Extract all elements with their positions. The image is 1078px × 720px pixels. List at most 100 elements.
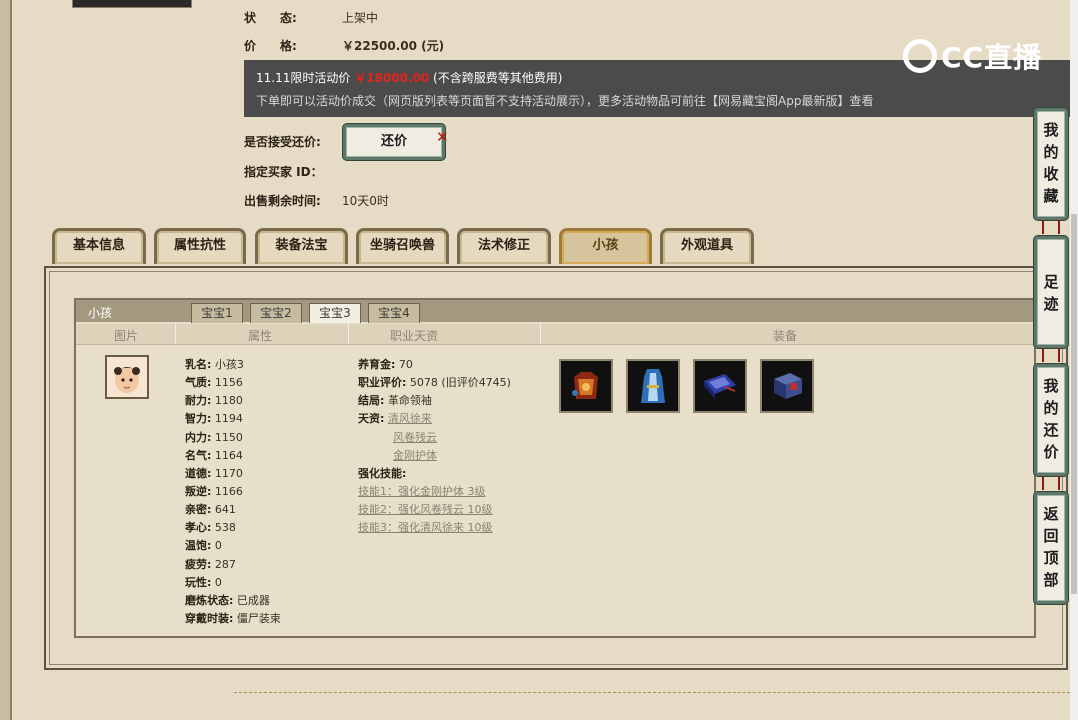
bargain-button[interactable]: 还价	[343, 124, 445, 160]
attr-key: 名气:	[185, 449, 212, 462]
attr-value: 1164	[214, 449, 243, 462]
equipment-slot[interactable]	[559, 359, 613, 413]
attr-row: 智力: 1194	[185, 410, 243, 426]
tab-attributes[interactable]: 属性抗性	[154, 228, 246, 264]
talent-link[interactable]: 金刚护体	[393, 447, 437, 463]
side-button-char: 藏	[1043, 187, 1059, 205]
side-button-char: 回	[1043, 527, 1059, 545]
promo-title: 11.11限时活动价	[256, 71, 351, 85]
tab-appearance[interactable]: 外观道具	[660, 228, 754, 264]
side-button-connector	[1042, 348, 1060, 362]
attr-row: 疲劳: 287	[185, 556, 236, 572]
column-divider	[348, 324, 349, 344]
skills-label: 强化技能:	[358, 467, 407, 480]
talent-link[interactable]: 风卷残云	[393, 429, 437, 445]
rating-value: 5078 (旧评价4745)	[409, 376, 511, 389]
attr-key: 磨炼状态:	[185, 594, 234, 607]
talent-link-text[interactable]: 风卷残云	[393, 431, 437, 444]
equipment-slot[interactable]	[626, 359, 680, 413]
scrollbar-thumb[interactable]	[1071, 214, 1077, 594]
promo-price: ￥18000.00	[354, 71, 430, 85]
skill-link-text[interactable]: 技能2：强化风卷残云 10级	[358, 503, 493, 516]
side-button-char: 足	[1043, 273, 1059, 291]
skill-link-text[interactable]: 技能3：强化清风徐来 10级	[358, 521, 493, 534]
skill-link[interactable]: 技能1：强化金刚护体 3级	[358, 483, 486, 499]
column-divider	[540, 324, 541, 344]
side-button-char: 迹	[1043, 295, 1059, 313]
logo-ring-icon	[903, 39, 937, 73]
my-bargain-button[interactable]: 我的还价	[1034, 364, 1068, 476]
side-button-char: 还	[1043, 421, 1059, 439]
attr-key: 温饱:	[185, 539, 212, 552]
column-divider	[175, 324, 176, 344]
tab-spell-correction[interactable]: 法术修正	[457, 228, 551, 264]
subtab-baby-2[interactable]: 宝宝2	[250, 303, 302, 323]
raise-money-value: 70	[398, 358, 413, 371]
side-button-char: 收	[1043, 165, 1059, 183]
remaining-row: 出售剩余时间: 10天0时	[244, 192, 389, 209]
attr-key: 穿戴时装:	[185, 612, 234, 625]
attr-value: 小孩3	[214, 358, 244, 371]
col-header-equipment: 装备	[773, 329, 798, 343]
attr-row: 玩性: 0	[185, 574, 222, 590]
tab-basic-info[interactable]: 基本信息	[52, 228, 146, 264]
favorites-button[interactable]: 我的收藏	[1034, 108, 1068, 220]
remaining-label: 出售剩余时间:	[244, 194, 321, 208]
attr-key: 耐力:	[185, 394, 212, 407]
attr-value: 287	[214, 558, 236, 571]
attr-value: 1194	[214, 412, 243, 425]
rating-row: 职业评价: 5078 (旧评价4745)	[358, 374, 511, 390]
side-button-connector	[1042, 476, 1060, 490]
attr-row: 道德: 1170	[185, 465, 243, 481]
subtab-baby-1[interactable]: 宝宝1	[191, 303, 243, 323]
talent-link[interactable]: 清风徐来	[388, 412, 432, 425]
price-label: 价 格:	[244, 39, 297, 53]
attr-row: 磨炼状态: 已成器	[185, 592, 270, 608]
subtab-baby-4[interactable]: 宝宝4	[368, 303, 420, 323]
side-button-char: 我	[1043, 377, 1059, 395]
rating-label: 职业评价:	[358, 376, 407, 389]
tab-mounts-pets[interactable]: 坐骑召唤兽	[356, 228, 449, 264]
attr-value: 538	[214, 521, 236, 534]
child-panel-header: 小孩 宝宝1 宝宝2 宝宝3 宝宝4	[76, 300, 1034, 323]
attr-row: 内力: 1150	[185, 429, 243, 445]
talent-link-text[interactable]: 金刚护体	[393, 449, 437, 462]
equipment-slot[interactable]	[693, 359, 747, 413]
attr-row: 名气: 1164	[185, 447, 243, 463]
attr-value: 已成器	[236, 594, 270, 607]
footprint-button[interactable]: 足迹	[1034, 236, 1068, 348]
logo-text: CC直播	[941, 41, 1043, 74]
robe-icon	[641, 369, 665, 403]
armor-icon	[572, 372, 598, 399]
attr-row: 耐力: 1180	[185, 392, 243, 408]
back-to-top-button[interactable]: 返回顶部	[1034, 492, 1068, 604]
side-button-char: 返	[1043, 505, 1059, 523]
promo-line2: 下单即可以活动价成交（网页版列表等页面暂不支持活动展示），更多活动物品可前往【网…	[256, 94, 874, 108]
status-label: 状 态:	[244, 11, 297, 25]
cc-live-logo: CC直播	[903, 36, 1042, 76]
side-button-connector	[1042, 220, 1060, 234]
promo-line1: 11.11限时活动价 ￥18000.00 (不含跨服费等其他费用)	[256, 69, 562, 86]
child-avatar	[105, 355, 149, 399]
column-headers: 图片 属性 职业天资 装备	[76, 324, 1034, 345]
buyer-label: 指定买家 ID：	[244, 165, 323, 179]
skill-link[interactable]: 技能2：强化风卷残云 10级	[358, 501, 493, 517]
attr-value: 1166	[214, 485, 243, 498]
side-button-char: 部	[1043, 571, 1059, 589]
talent-row: 天资: 清风徐来	[358, 410, 432, 426]
equipment-slot[interactable]	[760, 359, 814, 413]
talent-label: 天资:	[358, 412, 385, 425]
tab-equipment[interactable]: 装备法宝	[255, 228, 348, 264]
attr-row: 穿戴时装: 僵尸装束	[185, 610, 281, 626]
skill-link-text[interactable]: 技能1：强化金刚护体 3级	[358, 485, 486, 498]
attr-value: 1156	[214, 376, 243, 389]
status-row: 状 态: 上架中	[244, 9, 378, 26]
attr-key: 亲密:	[185, 503, 212, 516]
col-header-attributes: 属性	[248, 329, 273, 343]
skill-link[interactable]: 技能3：强化清风徐来 10级	[358, 519, 493, 535]
subtab-baby-3[interactable]: 宝宝3	[309, 303, 361, 323]
attr-key: 叛逆:	[185, 485, 212, 498]
ending-label: 结局:	[358, 394, 385, 407]
tab-child[interactable]: 小孩	[559, 228, 652, 264]
promo-note: (不含跨服费等其他费用)	[433, 71, 563, 85]
